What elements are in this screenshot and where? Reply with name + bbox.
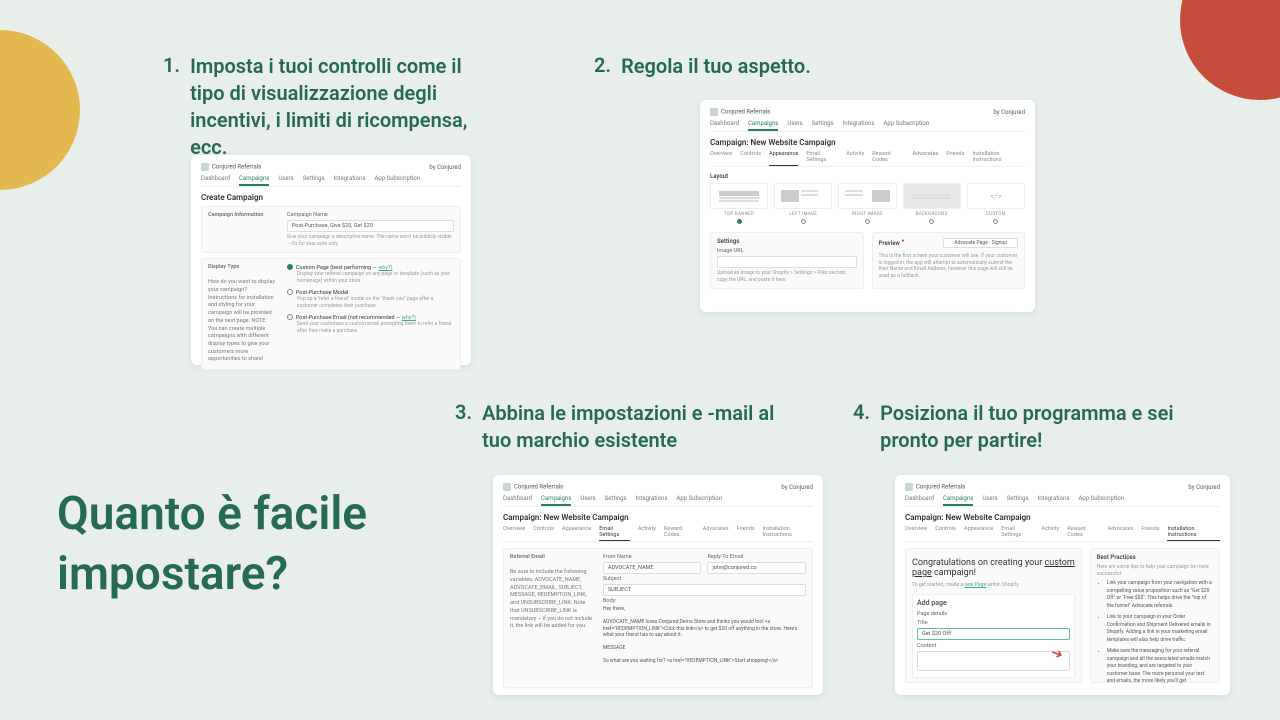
decorative-circle-red bbox=[1180, 0, 1280, 100]
step-3: 3. Abbina le impostazioni e -mail al tuo… bbox=[455, 400, 815, 454]
step-2: 2. Regola il tuo aspetto. bbox=[594, 53, 944, 80]
headline: Quanto è facileimpostare? bbox=[57, 485, 367, 605]
screenshot-4: Conjured Referralsby Conjured DashboardC… bbox=[895, 475, 1230, 695]
step-1: 1. Imposta i tuoi controlli come il tipo… bbox=[163, 53, 493, 161]
step-4: 4. Posiziona il tuo programma e sei pron… bbox=[853, 400, 1233, 454]
decorative-circle-yellow bbox=[0, 30, 80, 190]
screenshot-1: Conjured Referralsby Conjured DashboardC… bbox=[191, 155, 471, 365]
screenshot-3: Conjured Referralsby Conjured DashboardC… bbox=[493, 475, 823, 695]
screenshot-2: Conjured Referralsby Conjured DashboardC… bbox=[700, 100, 1035, 312]
